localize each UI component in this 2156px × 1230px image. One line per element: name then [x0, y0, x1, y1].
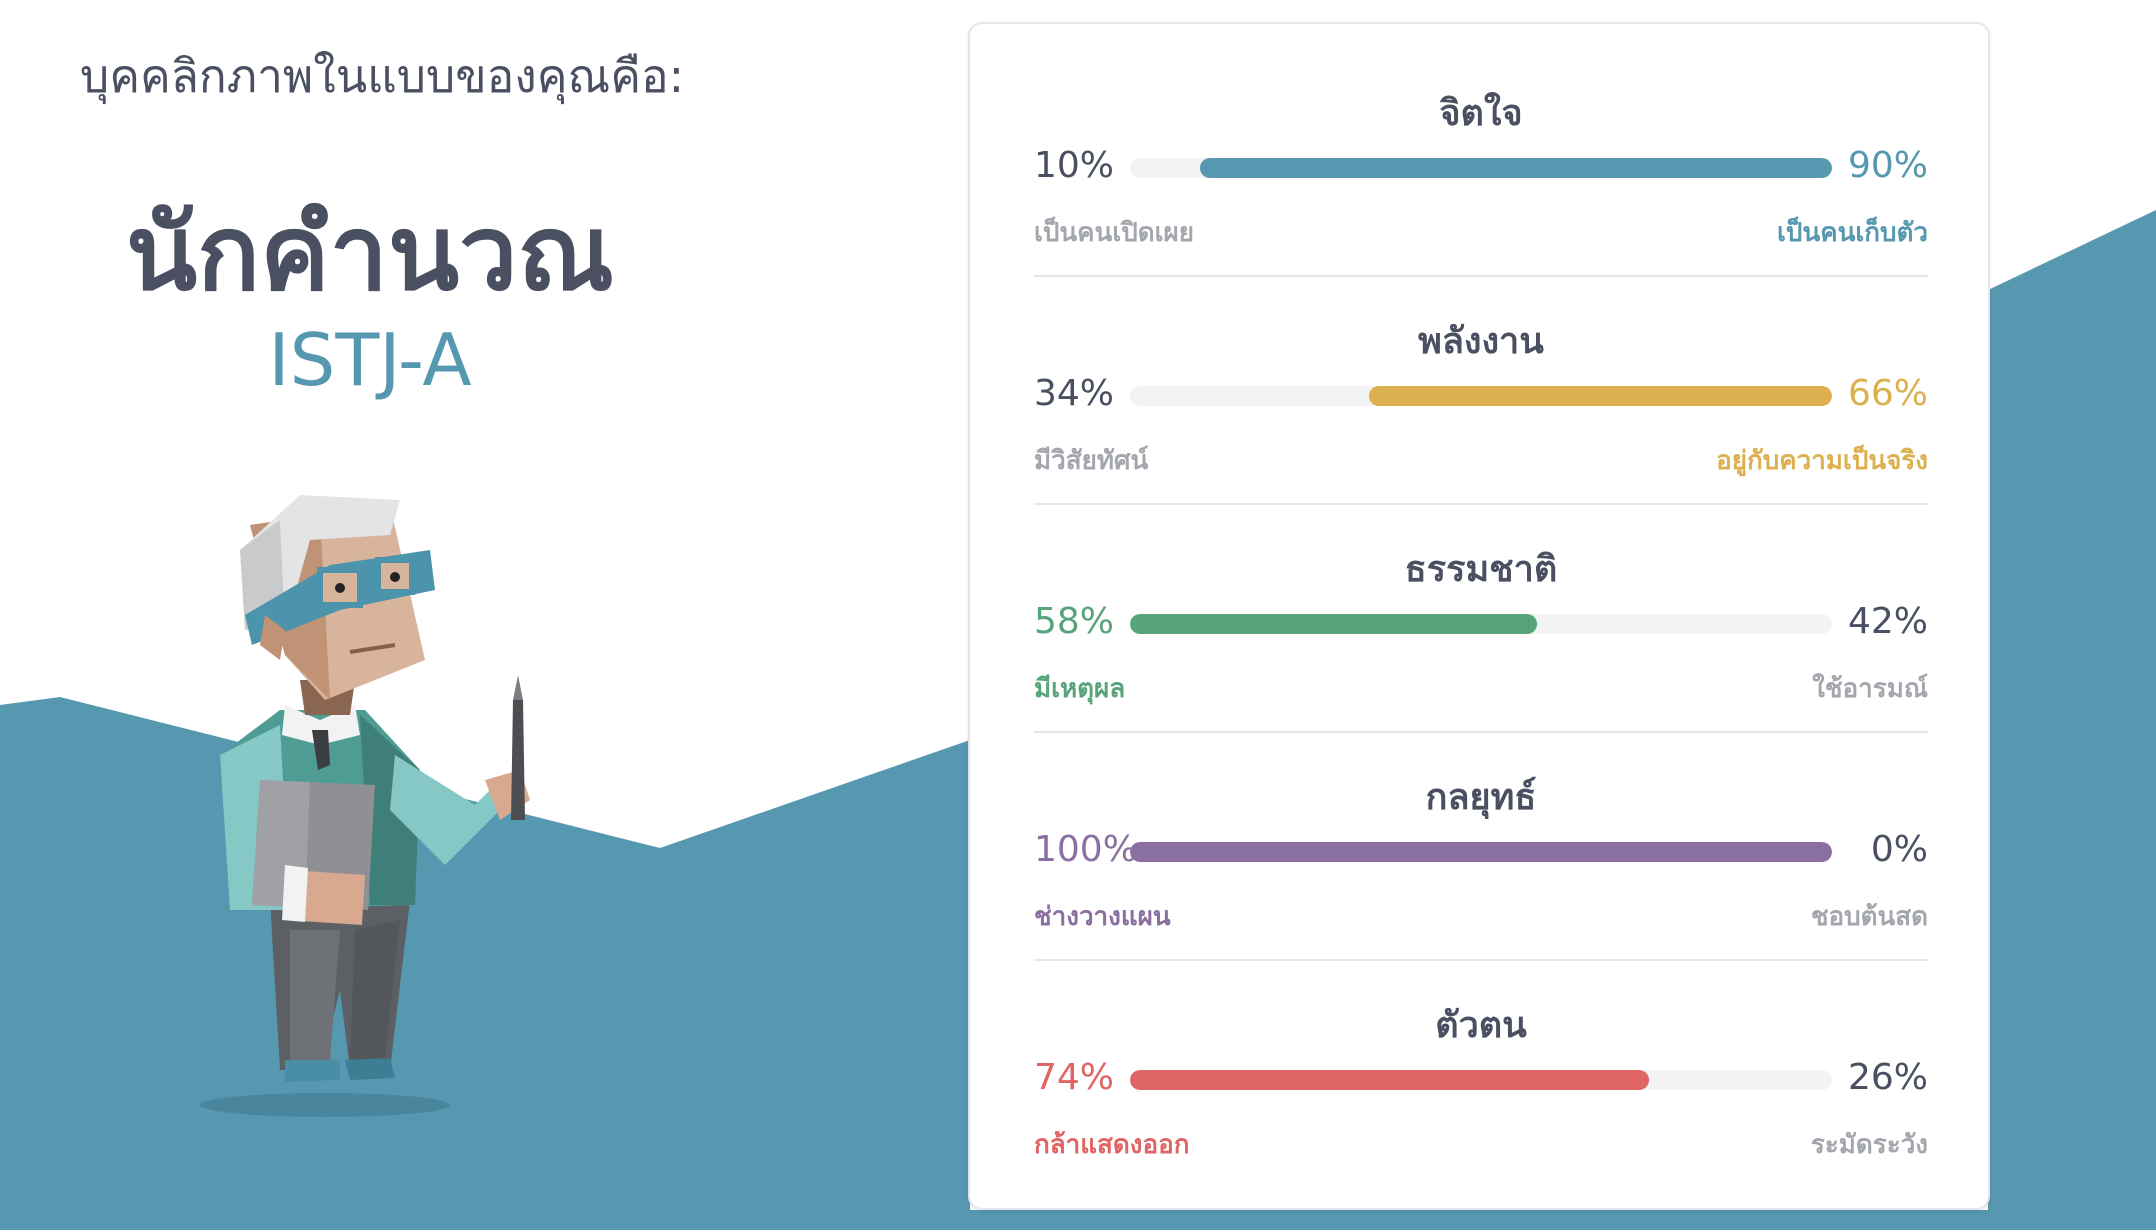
left-trait-label: มีเหตุผล	[1034, 674, 1126, 704]
trait-title: ธรรมชาติ	[1404, 549, 1558, 590]
trait-energy: พลังงาน 34% 66% มีวิสัยทัศน์ อยู่กับความ…	[1034, 252, 1928, 480]
result-summary: บุคคลิกภาพในแบบของคุณคือ: นักคำนวณ ISTJ-…	[0, 0, 960, 1230]
personality-type-name: นักคำนวณ	[125, 192, 614, 314]
trait-title: จิตใจ	[1439, 93, 1523, 134]
left-trait-label: กล้าแสดงออก	[1034, 1130, 1190, 1160]
right-percent: 26%	[1847, 1057, 1928, 1098]
trait-scores-card: จิตใจ 10% 90% เป็นคนเปิดเผย เป็นคนเก็บตั…	[968, 22, 1990, 1210]
right-percent: 66%	[1847, 373, 1928, 414]
trait-bar	[1130, 386, 1832, 406]
intro-text: บุคคลิกภาพในแบบของคุณคือ:	[80, 49, 685, 103]
trait-bar	[1130, 1070, 1832, 1090]
right-trait-label: เป็นคนเก็บตัว	[1777, 218, 1928, 248]
trait-bar	[1130, 842, 1832, 862]
left-percent: 100%	[1034, 829, 1137, 870]
trait-bar-fill	[1200, 158, 1832, 178]
left-percent: 58%	[1034, 601, 1115, 642]
trait-title: พลังงาน	[1418, 321, 1544, 362]
left-percent: 10%	[1034, 145, 1115, 186]
right-percent: 42%	[1847, 601, 1928, 642]
left-trait-label: เป็นคนเปิดเผย	[1034, 218, 1194, 248]
trait-bar	[1130, 614, 1832, 634]
left-percent: 74%	[1034, 1057, 1115, 1098]
left-percent: 34%	[1034, 373, 1115, 414]
right-trait-label: อยู่กับความเป็นจริง	[1716, 446, 1928, 476]
trait-bar-fill	[1130, 1070, 1650, 1090]
trait-bar-fill	[1130, 614, 1538, 634]
right-trait-label: ชอบต้นสด	[1810, 902, 1928, 932]
trait-tactics: กลยุทธ์ 100% 0% ช่างวางแผน ชอบต้นสด	[1034, 708, 1928, 936]
personality-type-code: ISTJ-A	[268, 318, 472, 402]
left-trait-label: มีวิสัยทัศน์	[1034, 446, 1149, 476]
trait-title: กลยุทธ์	[1425, 777, 1537, 818]
trait-title: ตัวตน	[1435, 1005, 1527, 1046]
trait-bar-fill	[1368, 386, 1832, 406]
logistician-avatar-illustration	[200, 495, 530, 1117]
trait-mind: จิตใจ 10% 90% เป็นคนเปิดเผย เป็นคนเก็บตั…	[1034, 24, 1928, 252]
left-trait-label: ช่างวางแผน	[1034, 902, 1171, 932]
trait-bar-fill	[1130, 842, 1832, 862]
right-percent: 90%	[1847, 145, 1928, 186]
trait-identity: ตัวตน 74% 26% กล้าแสดงออก ระมัดระวัง	[1034, 936, 1928, 1164]
right-trait-label: ระมัดระวัง	[1810, 1130, 1928, 1160]
right-trait-label: ใช้อารมณ์	[1812, 674, 1928, 704]
trait-nature: ธรรมชาติ 58% 42% มีเหตุผล ใช้อารมณ์	[1034, 480, 1928, 708]
right-percent: 0%	[1870, 829, 1928, 870]
trait-bar	[1130, 158, 1832, 178]
